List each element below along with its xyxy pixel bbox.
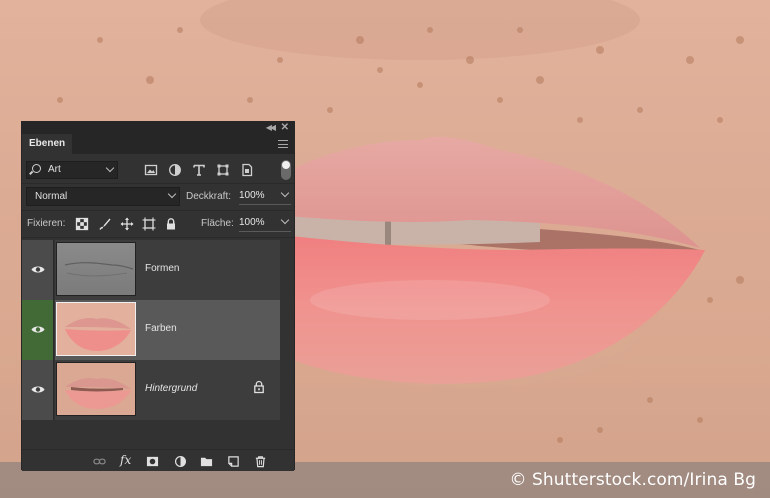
lips-photo-thumbnail xyxy=(65,377,131,409)
opacity-field[interactable]: 100% xyxy=(239,188,291,205)
panel-menu-icon[interactable] xyxy=(278,140,288,148)
close-panel-icon[interactable]: ✕ xyxy=(281,122,289,133)
layer-row-hintergrund[interactable]: Hintergrund xyxy=(22,360,294,420)
eye-icon xyxy=(31,266,45,273)
adjustment-layer-icon[interactable] xyxy=(174,455,187,468)
divider xyxy=(22,183,294,184)
layer-name: Farben xyxy=(145,323,177,334)
layer-thumbnail xyxy=(56,362,136,416)
lock-icon xyxy=(254,380,264,394)
layer-body[interactable]: Farben xyxy=(55,300,280,360)
blend-mode-value: Normal xyxy=(35,191,68,202)
lock-position-icon[interactable] xyxy=(120,217,134,231)
add-mask-icon[interactable] xyxy=(146,455,159,468)
chevron-down-icon xyxy=(280,188,290,198)
fx-icon[interactable]: fx xyxy=(120,453,131,467)
visibility-toggle[interactable] xyxy=(22,300,54,360)
tab-layers[interactable]: Ebenen xyxy=(22,134,73,154)
lock-artboard-icon[interactable] xyxy=(142,217,156,231)
layer-thumbnail xyxy=(56,302,136,356)
layer-row-farben[interactable]: Farben xyxy=(22,300,294,360)
opacity-value: 100% xyxy=(239,190,265,201)
layer-filter-row: Art xyxy=(22,160,294,182)
trash-icon[interactable] xyxy=(254,455,267,468)
opacity-label: Deckkraft: xyxy=(186,191,232,202)
search-icon xyxy=(32,164,41,173)
fill-value: 100% xyxy=(239,217,265,228)
image-filter-icon[interactable] xyxy=(144,163,158,177)
eye-icon xyxy=(31,386,45,393)
panel-titlebar[interactable]: ◀◀ ✕ xyxy=(22,122,294,134)
new-layer-icon[interactable] xyxy=(227,455,240,468)
layer-body[interactable]: Hintergrund xyxy=(55,360,280,420)
collapse-panel-icon[interactable]: ◀◀ xyxy=(266,123,276,132)
lock-label: Fixieren: xyxy=(27,218,66,229)
copyright-credit: © Shutterstock.com/Irina Bg xyxy=(509,470,756,490)
lock-image-pixels-icon[interactable] xyxy=(98,217,112,231)
chevron-down-icon xyxy=(280,215,290,225)
layer-name: Formen xyxy=(145,263,180,274)
shape-filter-icon[interactable] xyxy=(216,163,230,177)
panel-tabbar: Ebenen xyxy=(22,134,294,154)
gray-texture-thumbnail xyxy=(64,262,134,277)
group-folder-icon[interactable] xyxy=(200,455,213,468)
visibility-toggle[interactable] xyxy=(22,360,54,420)
layers-bottom-toolbar: fx xyxy=(22,449,294,471)
layers-panel: ◀◀ ✕ Ebenen Art Normal Deckkraft: 100% F… xyxy=(21,121,295,471)
lock-transparent-pixels-icon[interactable] xyxy=(75,217,89,231)
filter-toggle[interactable] xyxy=(281,160,291,180)
divider xyxy=(22,210,294,211)
blend-row: Normal Deckkraft: 100% xyxy=(22,187,294,207)
filter-type-value: Art xyxy=(48,164,61,175)
fill-label: Fläche: xyxy=(201,218,234,229)
layer-name: Hintergrund xyxy=(145,383,198,394)
layer-thumbnail xyxy=(56,242,136,296)
lock-all-icon[interactable] xyxy=(164,217,178,231)
lips-color-thumbnail xyxy=(65,317,131,351)
visibility-toggle[interactable] xyxy=(22,240,54,300)
blend-mode-select[interactable]: Normal xyxy=(26,187,180,206)
type-filter-icon[interactable] xyxy=(192,163,206,177)
adjustment-filter-icon[interactable] xyxy=(168,163,182,177)
layer-row-formen[interactable]: Formen xyxy=(22,240,294,300)
smart-object-filter-icon[interactable] xyxy=(240,163,254,177)
lock-row: Fixieren: Fläche: 100% xyxy=(22,214,294,234)
chevron-down-icon xyxy=(167,189,177,199)
eye-icon xyxy=(31,326,45,333)
link-layers-icon[interactable] xyxy=(93,455,106,468)
filter-type-select[interactable]: Art xyxy=(26,161,118,179)
layer-body[interactable]: Formen xyxy=(55,240,280,300)
chevron-down-icon xyxy=(105,163,115,173)
divider xyxy=(22,237,294,238)
fill-field[interactable]: 100% xyxy=(239,215,291,232)
